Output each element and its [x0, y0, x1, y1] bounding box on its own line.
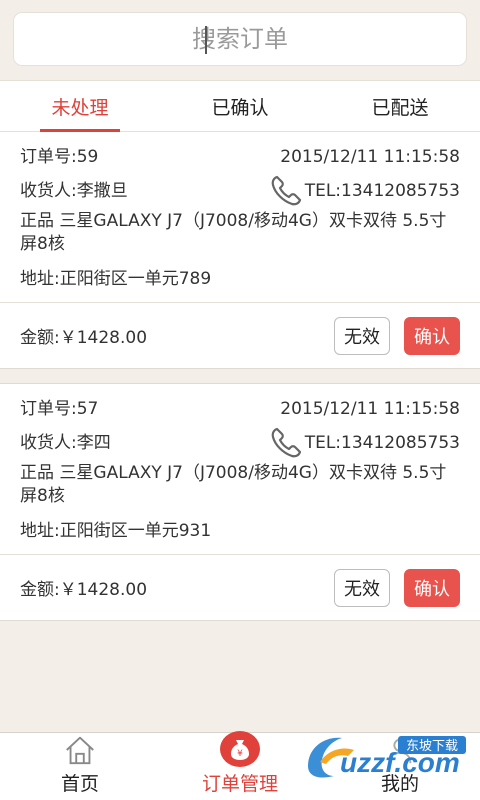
- delivery-address: 地址:正阳街区一单元789: [20, 269, 212, 289]
- tab-delivered[interactable]: 已配送: [320, 81, 480, 131]
- order-card[interactable]: 订单号:57 2015/12/11 11:15:58 收货人:李四 TEL:13…: [0, 383, 480, 621]
- order-card[interactable]: 订单号:59 2015/12/11 11:15:58 收货人:李撒旦 TEL:1…: [0, 132, 480, 369]
- order-info: 订单号:57 2015/12/11 11:15:58 收货人:李四 TEL:13…: [0, 384, 480, 554]
- search-input[interactable]: [14, 13, 466, 65]
- recipient-name: 收货人:李撒旦: [20, 181, 128, 201]
- home-icon: [66, 736, 94, 765]
- phone-link[interactable]: TEL:13412085753: [269, 426, 460, 460]
- nav-home-label: 首页: [60, 773, 99, 795]
- nav-order-management-label: 订单管理: [201, 773, 278, 795]
- nav-home[interactable]: 首页: [0, 733, 160, 800]
- search-bar-container: [0, 0, 480, 80]
- order-datetime: 2015/12/11 11:15:58: [280, 399, 460, 419]
- search-box[interactable]: [13, 12, 467, 66]
- watermark-subtext: 东坡下载: [406, 739, 458, 754]
- product-description: 正品 三星GALAXY J7（J7008/移动4G）双卡双待 5.5寸屏8核: [20, 211, 447, 254]
- order-amount: 金额:￥1428.00: [20, 580, 148, 600]
- order-amount: 金额:￥1428.00: [20, 328, 148, 348]
- confirm-button[interactable]: 确认: [404, 316, 460, 355]
- money-bag-icon: ¥: [220, 731, 260, 767]
- phone-number: TEL:13412085753: [304, 181, 460, 201]
- svg-text:¥: ¥: [237, 749, 243, 759]
- order-number: 订单号:57: [20, 399, 99, 419]
- order-footer: 金额:￥1428.00 无效 确认: [0, 554, 480, 620]
- tab-unprocessed[interactable]: 未处理: [0, 81, 160, 132]
- order-footer: 金额:￥1428.00 无效 确认: [0, 302, 480, 368]
- watermark-logo: uzzf.com 东坡下载: [308, 736, 466, 778]
- invalid-button[interactable]: 无效: [334, 316, 390, 355]
- order-status-tabs: 未处理 已确认 已配送: [0, 80, 480, 132]
- order-info: 订单号:59 2015/12/11 11:15:58 收货人:李撒旦 TEL:1…: [0, 132, 480, 302]
- recipient-name: 收货人:李四: [20, 433, 111, 453]
- phone-icon: [271, 175, 301, 206]
- nav-order-management[interactable]: ¥ 订单管理: [160, 731, 320, 800]
- order-number: 订单号:59: [20, 147, 99, 167]
- phone-icon: [271, 427, 301, 458]
- confirm-button[interactable]: 确认: [404, 568, 460, 607]
- product-description: 正品 三星GALAXY J7（J7008/移动4G）双卡双待 5.5寸屏8核: [20, 463, 447, 506]
- bottom-navigation: 首页 ¥ 订单管理 我的 uzzf.com 东坡下载: [0, 731, 480, 800]
- phone-number: TEL:13412085753: [304, 433, 460, 453]
- tab-confirmed[interactable]: 已确认: [160, 81, 320, 131]
- text-cursor: [205, 26, 207, 54]
- invalid-button[interactable]: 无效: [334, 568, 390, 607]
- delivery-address: 地址:正阳街区一单元931: [20, 521, 212, 541]
- phone-link[interactable]: TEL:13412085753: [269, 174, 460, 208]
- order-datetime: 2015/12/11 11:15:58: [280, 147, 460, 167]
